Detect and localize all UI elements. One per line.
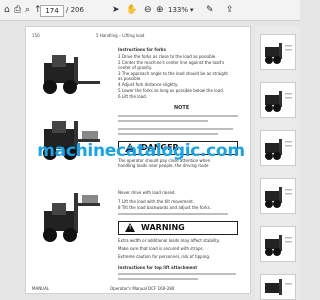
- hand-icon[interactable]: ✋: [126, 3, 137, 17]
- section-title-2: Instructions for top lift attachment: [118, 265, 198, 270]
- search-icon[interactable]: ⌕: [25, 3, 30, 17]
- thumbnail-icon: [265, 187, 292, 208]
- text-line: 4 Adjust fork distance slightly.: [118, 82, 179, 87]
- running-header: 5 Handling – Lifting load: [96, 33, 145, 38]
- text-line-placeholder: [118, 115, 238, 117]
- page-number-label: 150: [32, 33, 40, 38]
- footer-center: Operator's Manual DCF 160-280: [110, 286, 175, 291]
- zoom-in-icon[interactable]: ⊕: [156, 3, 164, 17]
- page-thumbnail[interactable]: [260, 274, 296, 300]
- zoom-dropdown-icon[interactable]: ▾: [190, 3, 194, 17]
- page-thumbnail[interactable]: [260, 34, 296, 70]
- thumbnail-panel: [255, 26, 300, 300]
- text-line: 7 Lift the load with the tilt movement.: [118, 199, 195, 204]
- text-line: 8 Tilt the load backwards and adjust the…: [118, 205, 211, 210]
- warning-text: Make sure that load is secured with stra…: [118, 246, 204, 251]
- toolbar: ⌂ ⎙ ⌕ ↑ 174 / 206 ➤ ✋ ⊖ ⊕ 133% ▾ ✎ ⇪: [0, 0, 300, 21]
- share-icon[interactable]: ⇪: [226, 3, 234, 17]
- sign-icon[interactable]: ✎: [206, 3, 214, 17]
- text-line-placeholder: [118, 128, 233, 130]
- forklift-image-3: [43, 193, 100, 242]
- page-thumbnail[interactable]: [260, 178, 296, 214]
- text-line: as possible.: [118, 76, 142, 81]
- zoom-level[interactable]: 133%: [168, 5, 188, 15]
- text-line: 1 Drive the forks as close to the load a…: [118, 54, 217, 59]
- warning-text: Extra width or additional loads may affe…: [118, 238, 220, 243]
- note-label: NOTE: [174, 105, 190, 111]
- page-number-input[interactable]: 174: [40, 5, 64, 17]
- text-line-placeholder: [118, 213, 228, 215]
- home-icon[interactable]: ⌂: [4, 3, 10, 17]
- warning-triangle-icon: !: [125, 223, 135, 232]
- text-line: 5 Lower the forks as long as possible be…: [118, 88, 225, 93]
- thumbnail-icon: [265, 139, 292, 160]
- thumbnail-icon: [265, 91, 292, 112]
- warning-text: Extreme caution for personnel, risk of t…: [118, 254, 211, 259]
- section-title: Instructions for forks: [118, 47, 166, 52]
- text-line-placeholder: [118, 273, 236, 275]
- forklift-image-1: [43, 55, 100, 94]
- page-thumbnail[interactable]: [260, 130, 296, 166]
- warning-label: WARNING: [141, 223, 185, 232]
- danger-text: handling loads near people, the driving …: [118, 163, 209, 168]
- page-thumbnail[interactable]: [260, 82, 296, 118]
- page-thumbnail[interactable]: [260, 226, 296, 262]
- thumbnail-icon: [265, 235, 292, 256]
- text-line: 6 Lift the load.: [118, 94, 147, 99]
- text-line-placeholder: [118, 120, 208, 122]
- thumbnail-icon: [265, 43, 292, 64]
- thumbnail-icon: [265, 279, 292, 295]
- pointer-icon[interactable]: ➤: [112, 3, 120, 17]
- text-line: center of gravity.: [118, 65, 153, 70]
- footer-left: MANUAL: [32, 286, 50, 291]
- printer-icon[interactable]: ⎙: [14, 3, 21, 17]
- warning-banner: ! WARNING: [118, 221, 238, 235]
- page-total-label: / 206: [66, 6, 84, 14]
- watermark: machinecatalogic.com: [37, 141, 245, 161]
- danger-text: Never drive with load raised.: [118, 190, 176, 195]
- text-line-placeholder: [118, 133, 218, 135]
- zoom-out-icon[interactable]: ⊖: [144, 3, 152, 17]
- text-line-placeholder: [118, 278, 198, 280]
